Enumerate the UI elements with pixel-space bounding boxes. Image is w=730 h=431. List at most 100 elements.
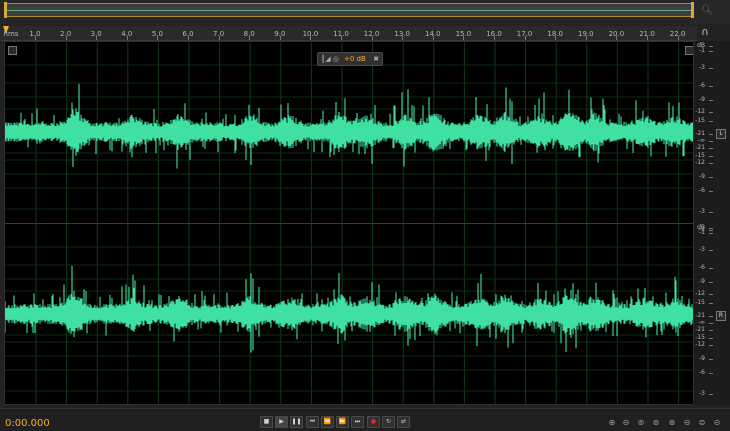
amplitude-label: -6: [699, 369, 705, 376]
ruler-tick-mark: [218, 36, 220, 40]
amplitude-tick: [709, 316, 713, 317]
amplitude-tick: [709, 134, 713, 135]
amplitude-tick: [709, 121, 713, 122]
go-to-start-button[interactable]: ⏮: [306, 416, 319, 428]
amplitude-tick: [709, 268, 713, 269]
amplitude-label: -6: [699, 82, 705, 89]
amplitude-label: -1: [699, 229, 705, 236]
ruler-tick-mark: [157, 36, 159, 40]
amplitude-tick: [709, 359, 713, 360]
amplitude-label: -9: [699, 355, 705, 362]
amplitude-tick: [709, 148, 713, 149]
record-button[interactable]: ●: [367, 416, 380, 428]
ruler-tick-mark: [35, 36, 36, 40]
zoom-out-amplitude-icon[interactable]: ⊖: [620, 418, 632, 428]
amplitude-tick: [709, 373, 713, 374]
amplitude-tick: [709, 282, 713, 283]
hud-volume[interactable]: +0 dB: [344, 53, 366, 65]
rewind-button[interactable]: ⏪: [321, 416, 334, 428]
expand-right-icon[interactable]: [685, 46, 693, 55]
zoom-full-icon[interactable]: ⊜: [696, 418, 708, 428]
pin-icon[interactable]: ✖: [373, 53, 379, 65]
ruler-tick-mark: [126, 36, 128, 40]
pause-button[interactable]: ❚❚: [290, 416, 303, 428]
zoom-in-time-icon[interactable]: ⊕: [666, 418, 678, 428]
ruler-tick-mark: [463, 36, 465, 40]
ruler-tick-mark: [249, 36, 251, 40]
zoom-reset-icon[interactable]: ⊚: [635, 418, 647, 428]
ruler-tick-mark: [310, 36, 312, 40]
skip-selection-button[interactable]: ⇄: [397, 416, 410, 428]
volume-hud[interactable]: ┃◢ ◎ +0 dB ✖: [317, 52, 383, 66]
current-time: 0:00.000: [5, 418, 50, 429]
channel-left-toggle[interactable]: L: [716, 129, 726, 139]
ruler-tick-mark: [585, 36, 587, 40]
amplitude-tick: [709, 112, 713, 113]
amplitude-label: -1: [699, 47, 705, 54]
amplitude-tick: [709, 141, 713, 142]
amplitude-label: -15: [695, 117, 705, 124]
ruler-tick-mark: [188, 36, 189, 40]
ruler-tick-mark: [432, 36, 434, 40]
amplitude-label: -3: [699, 208, 705, 215]
amplitude-tick: [709, 100, 713, 101]
overview-start-handle[interactable]: [4, 2, 7, 18]
loop-button[interactable]: ↻: [382, 416, 395, 428]
overview-bar[interactable]: 🔍︎: [0, 0, 730, 24]
amplitude-tick: [709, 228, 713, 229]
overview-waveform[interactable]: [4, 3, 694, 17]
ruler-tick-mark: [494, 36, 495, 40]
amplitude-tick: [709, 233, 713, 234]
stop-button[interactable]: ■: [260, 416, 273, 428]
amplitude-label: -9: [699, 96, 705, 103]
amplitude-label: -9: [699, 278, 705, 285]
ruler-tick-mark: [402, 36, 404, 40]
ruler-tick-mark: [65, 36, 67, 40]
play-button[interactable]: ▶: [275, 416, 288, 428]
amplitude-label: -6: [699, 264, 705, 271]
level-icon: ┃◢ ◎: [321, 55, 339, 63]
amplitude-tick: [709, 86, 713, 87]
zoom-selection-icon[interactable]: ⊛: [650, 418, 662, 428]
ruler-tick-mark: [279, 36, 281, 40]
ruler-tick-mark: [96, 36, 98, 40]
zoom-out-time-icon[interactable]: ⊖: [681, 418, 693, 428]
amplitude-tick: [709, 68, 713, 69]
amplitude-label: -3: [699, 390, 705, 397]
amplitude-tick: [709, 394, 713, 395]
zoom-out-full-icon[interactable]: ⊝: [711, 418, 723, 428]
time-ruler[interactable]: hms 1.0 2.0 3.0 4.0 5.0 6.0 7.0 8.0 9.0 10.0 11.0 1…: [0, 26, 697, 41]
zoom-in-amplitude-icon[interactable]: ⊕: [606, 418, 618, 428]
amplitude-tick: [709, 323, 713, 324]
expand-left-icon[interactable]: [8, 46, 17, 55]
amplitude-tick: [709, 338, 713, 339]
amplitude-tick: [709, 294, 713, 295]
amplitude-tick: [709, 250, 713, 251]
transport-bar: 0:00.000 ■ ▶ ❚❚ ⏮ ⏪ ⏩ ⏭ ● ↻ ⇄ ⊕ ⊖ ⊚ ⊛ ⊕ …: [0, 408, 730, 431]
channel-divider: [5, 223, 693, 224]
ruler-tick-mark: [677, 36, 679, 40]
waveform-left-channel[interactable]: [5, 83, 694, 169]
ruler-tick-mark: [371, 36, 373, 40]
amplitude-label: -21: [695, 326, 705, 333]
waveform-editor[interactable]: ┃◢ ◎ +0 dB ✖: [4, 41, 694, 405]
magnifier-nav-icon[interactable]: 🔍︎: [701, 5, 714, 17]
headphones-icon[interactable]: ∩: [698, 26, 712, 40]
amplitude-label: -6: [699, 187, 705, 194]
amplitude-tick: [709, 163, 713, 164]
overview-end-handle[interactable]: [691, 2, 694, 18]
amplitude-label: -12: [695, 159, 705, 166]
channel-right-toggle[interactable]: R: [716, 311, 726, 321]
amplitude-tick: [709, 46, 713, 47]
amplitude-label: -9: [699, 173, 705, 180]
go-to-end-button[interactable]: ⏭: [351, 416, 364, 428]
fast-forward-button[interactable]: ⏩: [336, 416, 349, 428]
amplitude-label: -3: [699, 64, 705, 71]
ruler-tick-mark: [341, 36, 342, 40]
amplitude-tick: [709, 51, 713, 52]
amplitude-label: -12: [695, 290, 705, 297]
amplitude-tick: [709, 345, 713, 346]
ruler-tick-mark: [647, 36, 648, 40]
amplitude-label: -21: [695, 144, 705, 151]
ruler-tick-mark: [555, 36, 557, 40]
